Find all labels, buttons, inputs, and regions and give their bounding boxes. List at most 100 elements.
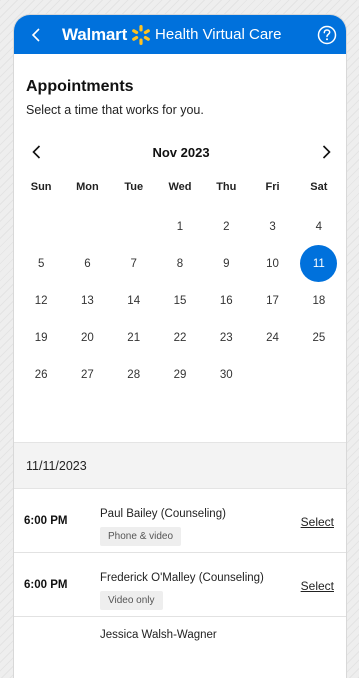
product-name: Health Virtual Care: [155, 26, 282, 43]
calendar-day[interactable]: 26: [18, 356, 64, 393]
appointment-slot: Jessica Walsh-Wagner: [14, 617, 346, 678]
selected-date-bar: 11/11/2023: [14, 442, 346, 489]
select-slot-link[interactable]: Select: [301, 515, 334, 529]
calendar-day-number: 26: [34, 368, 48, 381]
calendar-day[interactable]: 6: [64, 245, 110, 282]
next-month-button[interactable]: [316, 142, 336, 162]
calendar-day-number: 1: [176, 220, 184, 233]
calendar-day-selected[interactable]: 11: [296, 245, 342, 282]
calendar-day[interactable]: 30: [203, 356, 249, 393]
calendar-day[interactable]: 15: [157, 282, 203, 319]
select-slot-link[interactable]: Select: [301, 579, 334, 593]
calendar-day[interactable]: 14: [111, 282, 157, 319]
visit-mode-badge: Phone & video: [100, 527, 182, 546]
calendar-grid: 1 2 3 4 5 6 7 8 9 10 11 12 13 14 15 16 17 18 19 20 21 22 23 24 2…: [14, 208, 346, 393]
calendar-day[interactable]: 13: [64, 282, 110, 319]
calendar-day-number: 29: [173, 368, 187, 381]
page-header: Appointments Select a time that works fo…: [14, 78, 346, 117]
calendar-day-number: 22: [173, 331, 187, 344]
calendar-day[interactable]: 28: [111, 356, 157, 393]
calendar-day-number: 2: [223, 220, 230, 233]
calendar-day-number: 23: [219, 331, 233, 344]
weekday-label: Thu: [216, 181, 237, 193]
calendar-day[interactable]: 9: [203, 245, 249, 282]
calendar-day-number: 16: [219, 294, 233, 307]
calendar-day-number: 13: [81, 294, 94, 307]
calendar-day-number: 25: [312, 331, 326, 344]
calendar-day-number: 6: [84, 257, 91, 270]
slot-time: 6:00 PM: [24, 515, 68, 527]
page-title: Appointments: [26, 78, 134, 95]
app-frame: Walmart Health Virtual Care Appointments…: [14, 15, 346, 678]
chevron-left-icon: [31, 145, 40, 159]
calendar-day-number: 7: [130, 257, 137, 270]
calendar-day[interactable]: 5: [18, 245, 64, 282]
calendar-day-number: 30: [219, 368, 233, 381]
calendar-day-number: 5: [37, 257, 45, 270]
calendar-day[interactable]: 16: [203, 282, 249, 319]
calendar-day[interactable]: 7: [111, 245, 157, 282]
calendar-day[interactable]: 4: [296, 208, 342, 245]
previous-month-button[interactable]: [26, 142, 46, 162]
calendar-day-number: 4: [315, 220, 323, 233]
calendar-day-number: 24: [266, 331, 279, 344]
calendar-day[interactable]: 17: [249, 282, 295, 319]
calendar-day-number: 3: [269, 220, 276, 233]
month-navigation: Nov 2023: [14, 140, 346, 164]
provider-name: Paul Bailey (Counseling): [100, 508, 226, 520]
calendar-day-number: 21: [127, 331, 141, 344]
calendar-day[interactable]: 21: [111, 319, 157, 356]
brand-logo: Walmart Health Virtual Care: [62, 24, 282, 46]
calendar-day[interactable]: 20: [64, 319, 110, 356]
calendar-day-number: 20: [81, 331, 94, 344]
calendar-day[interactable]: 3: [249, 208, 295, 245]
top-bar: Walmart Health Virtual Care: [14, 15, 346, 54]
weekday-label: Sun: [30, 181, 52, 193]
calendar-day[interactable]: 29: [157, 356, 203, 393]
calendar-day[interactable]: 1: [157, 208, 203, 245]
calendar-day[interactable]: 8: [157, 245, 203, 282]
calendar-day-number: 9: [223, 257, 230, 270]
calendar-day-number: 15: [173, 294, 187, 307]
weekday-label: Wed: [168, 181, 192, 193]
calendar-day[interactable]: 18: [296, 282, 342, 319]
calendar-day[interactable]: 2: [203, 208, 249, 245]
calendar-day[interactable]: 24: [249, 319, 295, 356]
weekday-label: Mon: [76, 181, 99, 193]
month-label: Nov 2023: [152, 144, 210, 160]
weekday-label: Fri: [265, 181, 280, 193]
appointment-slot: 6:00 PM Paul Bailey (Counseling) Phone & v…: [14, 489, 346, 553]
calendar-day-number: 17: [266, 294, 279, 307]
calendar-day-number: 10: [266, 257, 279, 270]
back-button[interactable]: [24, 23, 48, 47]
calendar-day-number: 12: [34, 294, 48, 307]
page-subtitle: Select a time that works for you.: [26, 103, 204, 117]
visit-mode-badge: Video only: [100, 591, 163, 610]
appointment-slot: 6:00 PM Frederick O'Malley (Counseling) Vi…: [14, 553, 346, 617]
calendar-day-number: 27: [81, 368, 94, 381]
chevron-right-icon: [322, 145, 331, 159]
calendar-day[interactable]: 22: [157, 319, 203, 356]
calendar-day[interactable]: 23: [203, 319, 249, 356]
help-button[interactable]: [315, 23, 338, 46]
spark-icon: [130, 24, 152, 46]
appointment-list: 6:00 PM Paul Bailey (Counseling) Phone & v…: [14, 489, 346, 678]
selected-date: 11/11/2023: [26, 458, 87, 473]
calendar-blank: [111, 208, 157, 245]
calendar-day-number: 11: [300, 245, 338, 282]
calendar-day-number: 8: [176, 257, 184, 270]
calendar-blank: [18, 208, 64, 245]
calendar-day[interactable]: 10: [249, 245, 295, 282]
calendar-day[interactable]: 25: [296, 319, 342, 356]
chevron-left-icon: [31, 27, 40, 42]
slot-time: 6:00 PM: [24, 579, 68, 591]
help-circle-icon: [317, 25, 336, 44]
weekday-header: Sun Mon Tue Wed Thu Fri Sat: [14, 178, 346, 196]
brand-name: Walmart: [62, 24, 128, 44]
calendar-day[interactable]: 12: [18, 282, 64, 319]
weekday-label: Tue: [124, 181, 144, 193]
calendar-day-number: 18: [312, 294, 326, 307]
calendar-day[interactable]: 19: [18, 319, 64, 356]
calendar-day[interactable]: 27: [64, 356, 110, 393]
calendar-day-number: 19: [34, 331, 48, 344]
